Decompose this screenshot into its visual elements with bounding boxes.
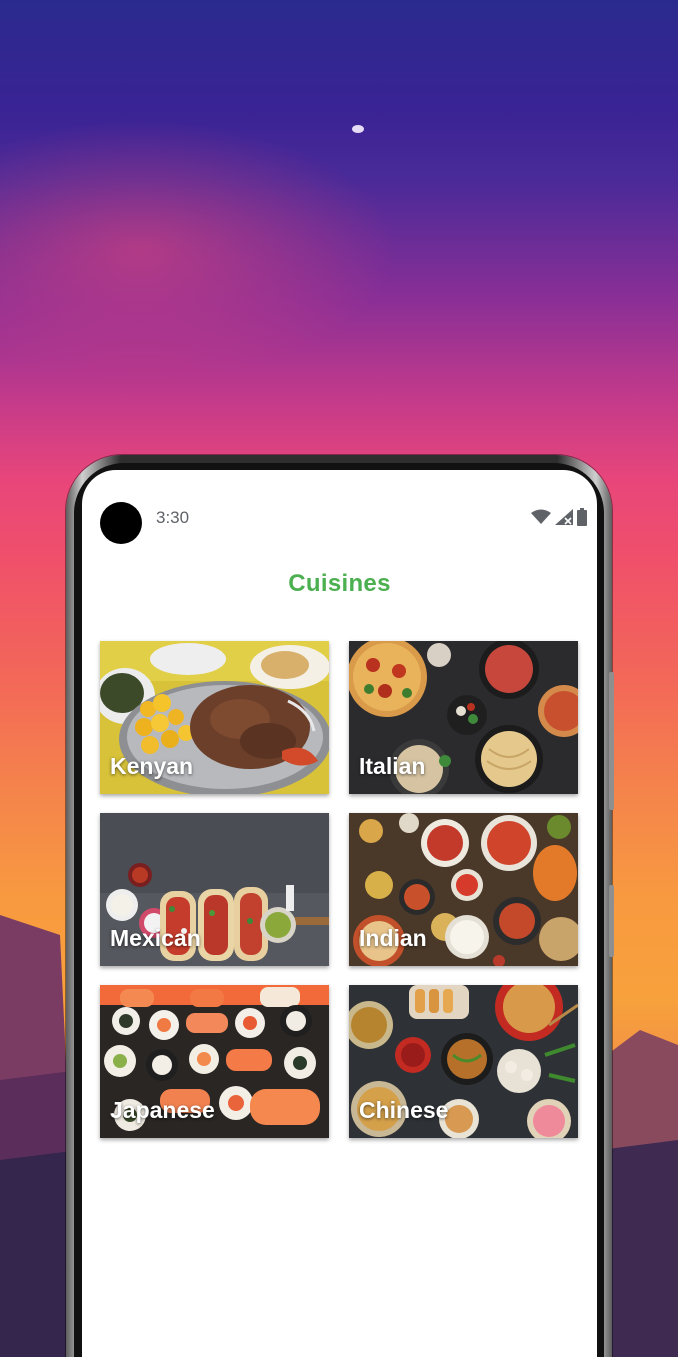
cuisine-label: Japanese bbox=[110, 1097, 215, 1123]
cuisine-card-kenyan[interactable]: Kenyan bbox=[100, 641, 329, 794]
cuisine-card-indian[interactable]: Indian bbox=[349, 813, 578, 966]
volume-button bbox=[609, 672, 614, 810]
cuisine-label: Indian bbox=[359, 925, 427, 951]
cuisine-label: Kenyan bbox=[110, 753, 194, 779]
camera-cutout bbox=[100, 502, 142, 544]
status-time: 3:30 bbox=[156, 508, 190, 527]
cuisine-card-chinese[interactable]: Chinese bbox=[349, 985, 578, 1138]
cuisine-card-japanese[interactable]: Japanese bbox=[100, 985, 329, 1138]
cuisine-card-italian[interactable]: Italian bbox=[349, 641, 578, 794]
status-bar: 3:30 bbox=[82, 500, 597, 544]
cuisine-label: Chinese bbox=[359, 1097, 449, 1123]
phone-screen: 3:30 Cuisines Kenyan Italian Mexican Ind… bbox=[82, 470, 597, 1357]
signal-icon bbox=[555, 509, 573, 525]
page-title: Cuisines bbox=[288, 570, 391, 597]
cuisine-grid: Kenyan Italian Mexican Indian Japanese C… bbox=[100, 641, 578, 1141]
power-button bbox=[609, 885, 614, 957]
status-icons bbox=[531, 508, 587, 526]
cuisine-label: Italian bbox=[359, 753, 426, 779]
cuisine-label: Mexican bbox=[110, 925, 201, 951]
cuisine-card-mexican[interactable]: Mexican bbox=[100, 813, 329, 966]
battery-icon bbox=[577, 508, 587, 526]
wifi-icon bbox=[531, 509, 551, 524]
